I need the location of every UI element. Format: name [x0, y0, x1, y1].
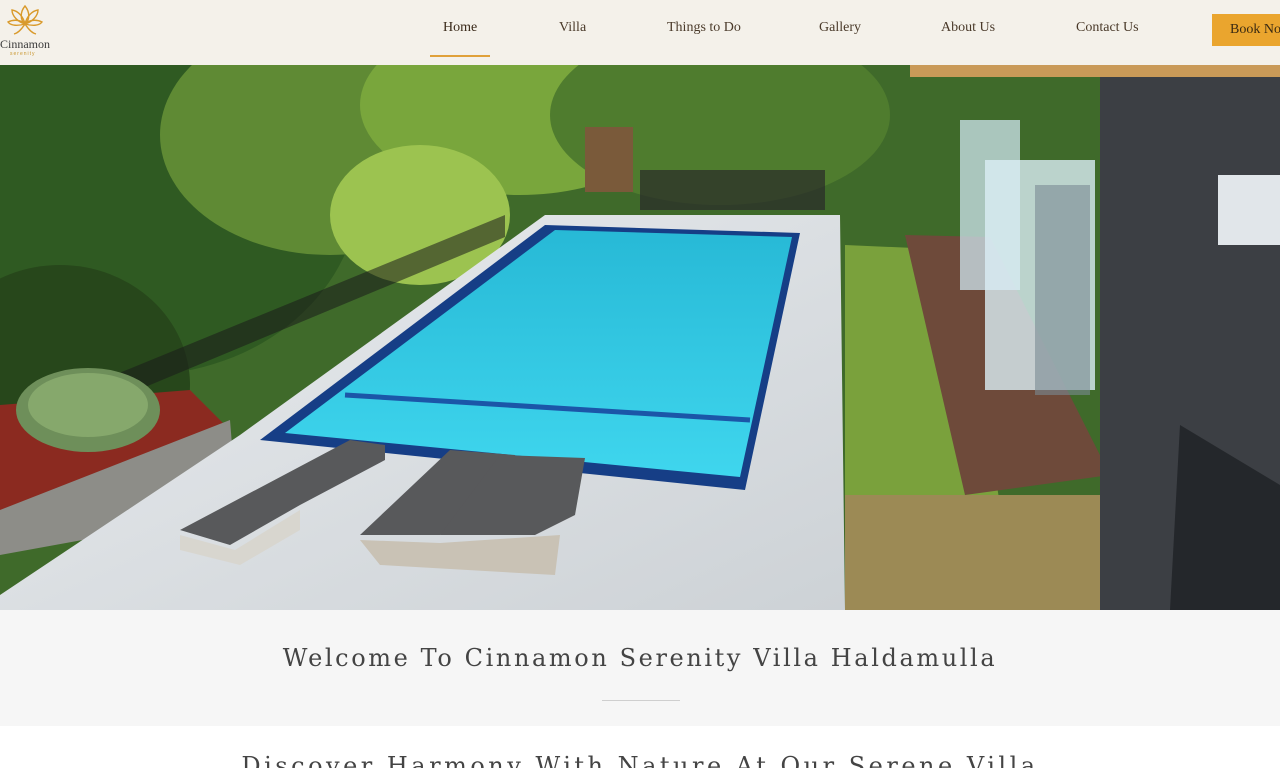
intro-heading: Discover Harmony With Nature At Our Sere… — [241, 752, 1039, 768]
nav-about-us[interactable]: About Us — [941, 20, 995, 36]
nav-gallery[interactable]: Gallery — [819, 20, 861, 36]
title-divider — [602, 700, 680, 701]
active-nav-indicator — [430, 55, 490, 57]
intro-section: Discover Harmony With Nature At Our Sere… — [0, 726, 1280, 768]
welcome-title: Welcome To Cinnamon Serenity Villa Halda… — [282, 644, 998, 672]
nav-villa[interactable]: Villa — [559, 20, 586, 36]
welcome-section: Welcome To Cinnamon Serenity Villa Halda… — [0, 610, 1280, 726]
main-nav: Home Villa Things to Do Gallery About Us… — [0, 0, 1280, 65]
nav-contact-us[interactable]: Contact Us — [1076, 20, 1139, 36]
site-header: Cinnamon serenity Home Villa Things to D… — [0, 0, 1280, 66]
nav-home[interactable]: Home — [443, 20, 477, 36]
hero-image — [0, 65, 1280, 610]
pool-villa-photo — [0, 65, 1280, 610]
nav-things-to-do[interactable]: Things to Do — [667, 20, 741, 36]
book-now-button[interactable]: Book Now — [1212, 14, 1280, 46]
